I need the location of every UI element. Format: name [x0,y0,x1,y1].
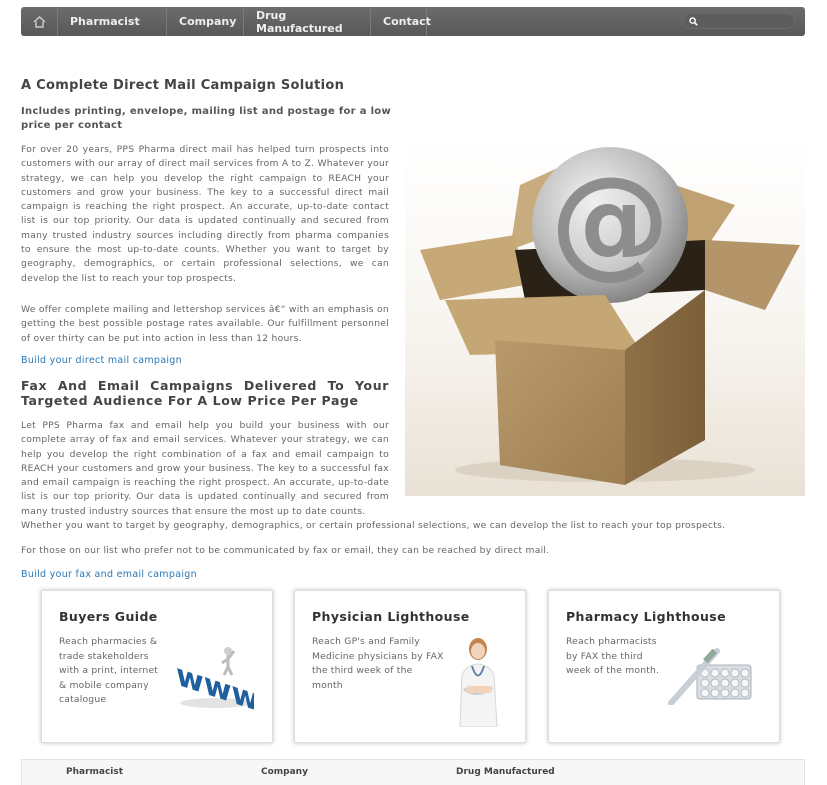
lettershop-paragraph: We offer complete mailing and lettershop… [21,304,389,344]
svg-text:@: @ [550,152,670,291]
direct-mail-paragraph: For over 20 years, PPS Pharma direct mai… [21,144,389,284]
home-button[interactable] [21,7,58,36]
fax-email-paragraph-tail: Whether you want to target by geography,… [21,520,726,531]
footer-nav: Pharmacist Company Drug Manufactured [21,759,805,785]
card-title: Buyers Guide [59,609,158,624]
footer-col-company[interactable]: Company [261,767,308,777]
footer-col-drug-manufactured[interactable]: Drug Manufactured [456,767,555,777]
direct-mail-subtitle: Includes printing, envelope, mailing lis… [21,106,391,131]
search-icon [689,16,698,26]
home-icon [33,15,45,28]
search-input[interactable] [702,15,792,27]
card-pharmacy-lighthouse[interactable]: Pharmacy Lighthouse Reach pharmacists by… [548,590,780,743]
nav-item-drug-manufactured[interactable]: Drug Manufactured [244,7,371,36]
nav-item-pharmacist[interactable]: Pharmacist [58,7,167,36]
card-title: Physician Lighthouse [312,609,470,624]
hero-image-email-box: @ [405,140,805,496]
card-text: Reach GP's and Family Medicine physician… [312,636,444,691]
fax-email-title: Fax And Email Campaigns Delivered To You… [21,378,389,408]
build-fax-email-link[interactable]: Build your fax and email campaign [21,569,197,580]
footer-col-pharmacist[interactable]: Pharmacist [66,767,123,777]
card-title: Pharmacy Lighthouse [566,609,727,624]
direct-mail-title: A Complete Direct Mail Campaign Solution [21,78,345,93]
nav-item-company[interactable]: Company [167,7,244,36]
doctor-icon [459,638,498,727]
fax-email-direct-mail-note: For those on our list who prefer not to … [21,545,550,556]
email-box-illustration: @ [420,147,800,485]
card-buyers-guide[interactable]: Buyers Guide Reach pharmacies & trade st… [41,590,273,743]
card-text: Reach pharmacies & trade stakeholders wi… [59,636,159,705]
card-physician-lighthouse[interactable]: Physician Lighthouse Reach GP's and Fami… [294,590,526,743]
fax-email-paragraph: Let PPS Pharma fax and email help you bu… [21,420,389,517]
thermometer-pills-icon [668,648,752,705]
card-text: Reach pharmacists by FAX the third week … [566,636,660,676]
build-direct-mail-link[interactable]: Build your direct mail campaign [21,355,182,366]
nav-item-contact[interactable]: Contact [371,7,431,36]
top-nav: Pharmacist Company Drug Manufactured Con… [21,7,805,36]
www-figure-icon: www [176,647,254,711]
main-content: A Complete Direct Mail Campaign Solution… [21,78,725,580]
search-box[interactable] [683,13,795,29]
